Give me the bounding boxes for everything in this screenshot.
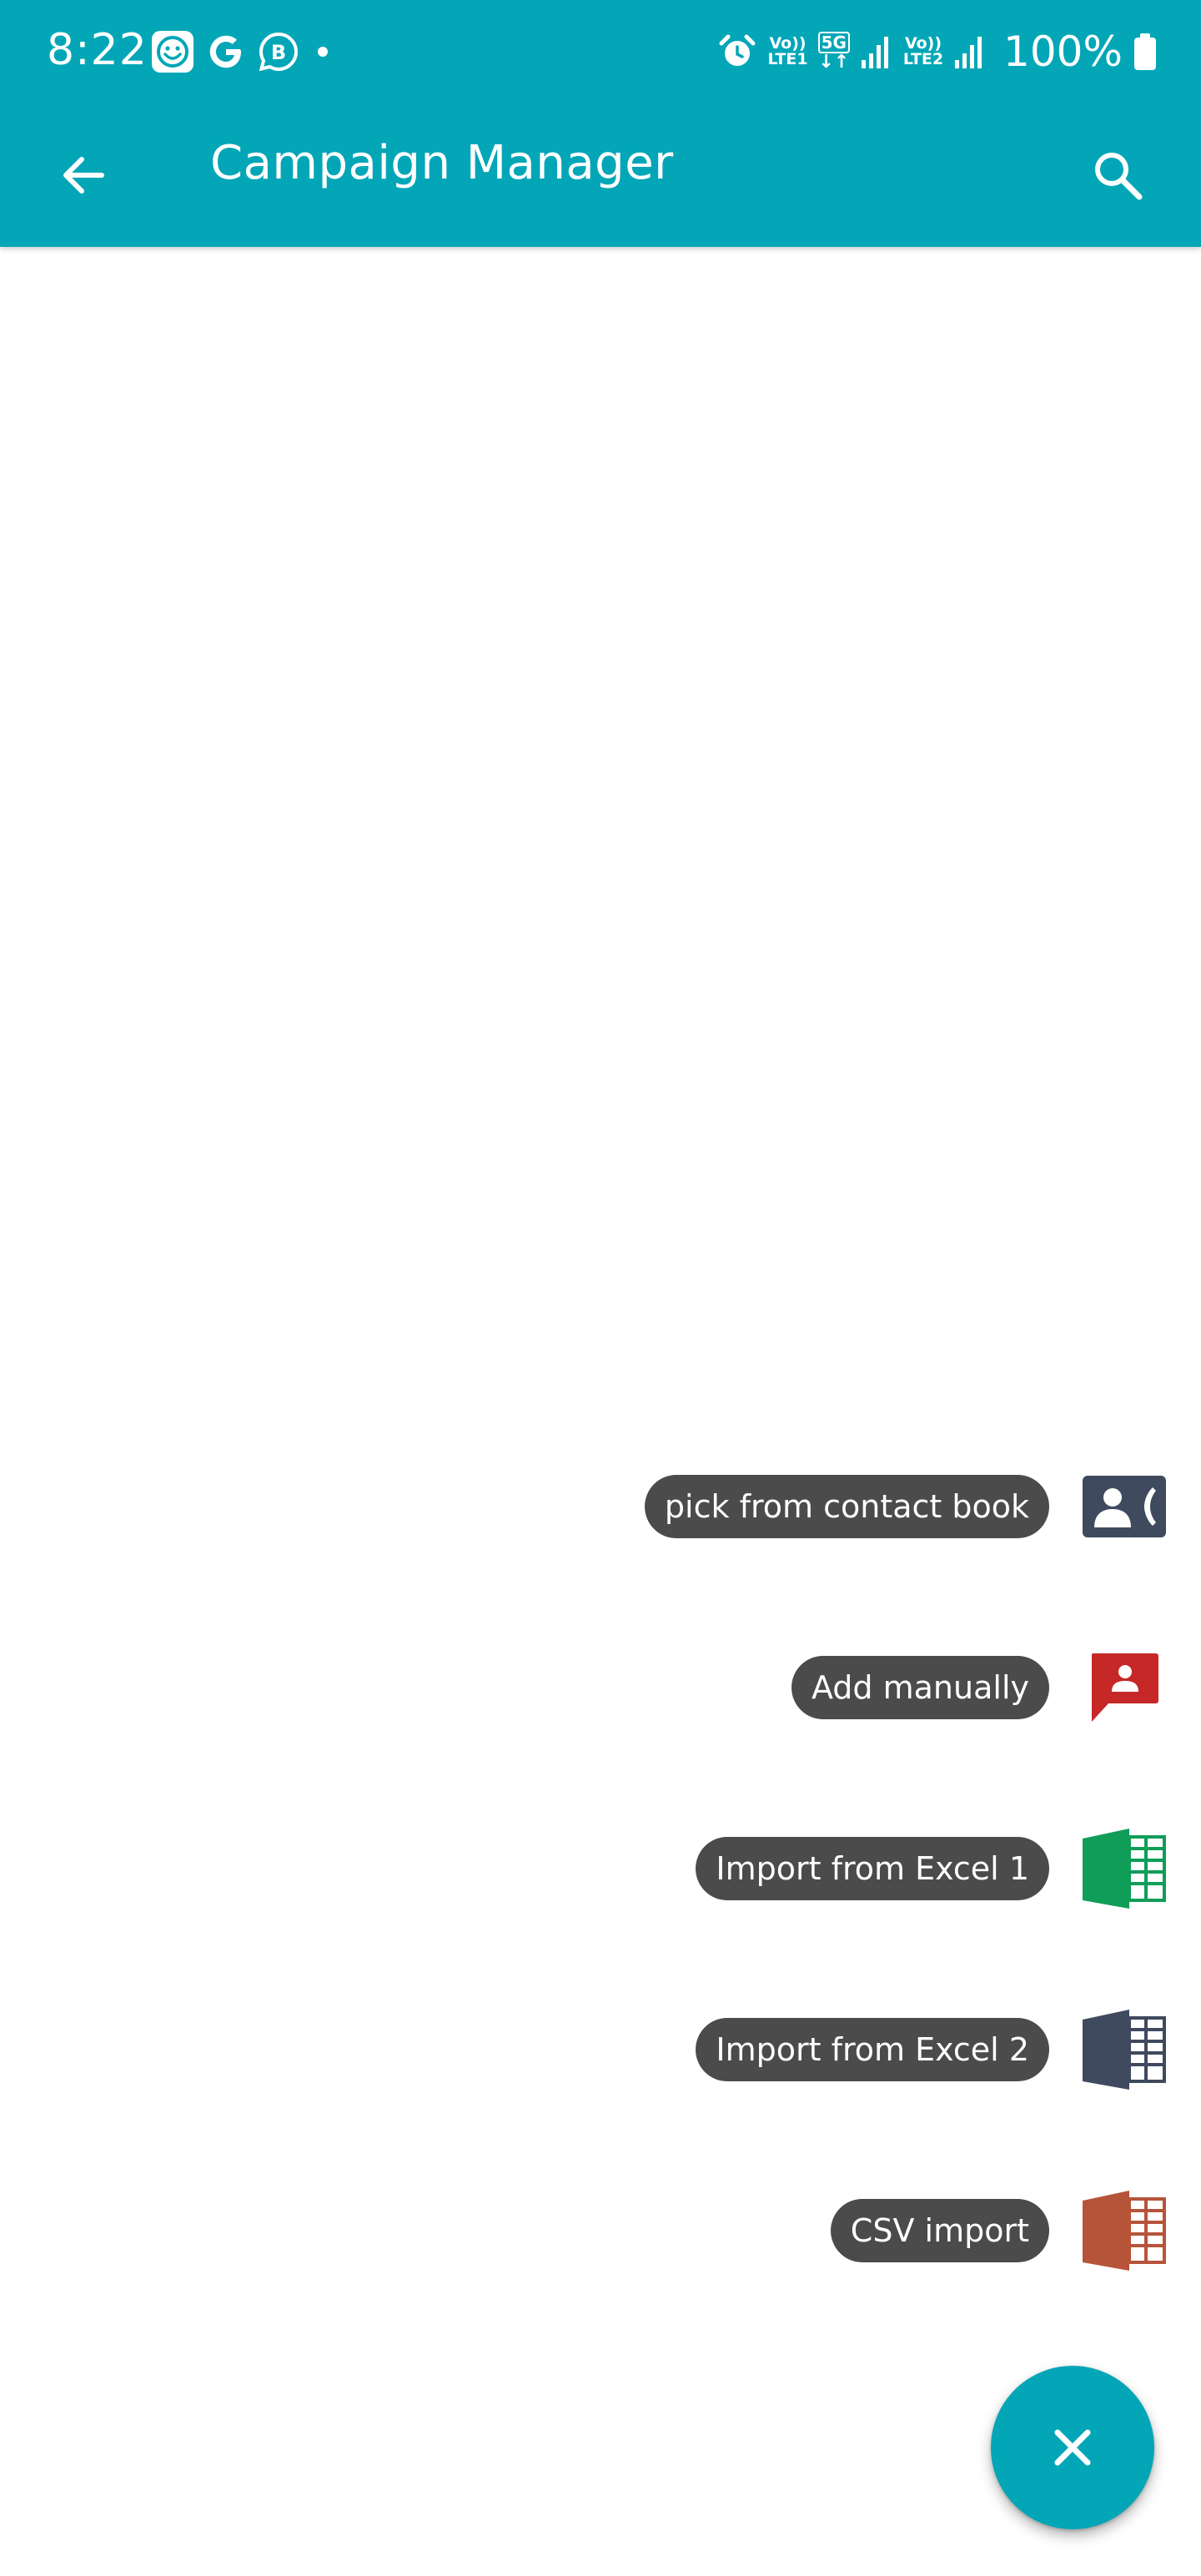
close-icon — [1054, 2429, 1091, 2466]
speed-dial-icon-button[interactable] — [1081, 2187, 1168, 2274]
face-icon — [150, 29, 195, 74]
contact-phone-icon — [1083, 1476, 1166, 1537]
speed-dial-label[interactable]: Add manually — [791, 1656, 1049, 1719]
status-notification-icons: B — [150, 28, 335, 75]
app-bar: Campaign Manager — [0, 103, 1201, 247]
speed-dial-item-csv-import[interactable]: CSV import — [0, 2184, 1201, 2276]
whatsapp-business-icon: B — [257, 30, 300, 73]
signal-strength-icon — [860, 33, 893, 70]
sim2-volte-label: Vo)) LTE2 — [902, 34, 944, 68]
status-bar: 8:22 B Vo)) LTE1 5G ↓↑ Vo)) LTE2 100% — [0, 0, 1201, 103]
speed-dial-icon-button[interactable] — [1081, 1463, 1168, 1550]
back-button[interactable] — [43, 135, 123, 215]
speed-dial-item-add-manually[interactable]: Add manually — [0, 1641, 1201, 1733]
alarm-icon — [717, 32, 757, 72]
speed-dial-icon-button[interactable] — [1081, 2006, 1168, 2093]
spreadsheet-icon — [1083, 2191, 1166, 2271]
battery-icon — [1133, 32, 1158, 72]
close-fab-button[interactable] — [991, 2366, 1154, 2529]
status-time: 8:22 — [47, 25, 148, 75]
page-title: Campaign Manager — [210, 135, 674, 190]
svg-text:B: B — [271, 41, 286, 64]
speed-dial-icon-button[interactable] — [1081, 1644, 1168, 1731]
speed-dial-label[interactable]: Import from Excel 2 — [696, 2018, 1049, 2081]
speed-dial-label[interactable]: CSV import — [830, 2199, 1049, 2262]
search-icon — [1095, 153, 1143, 200]
spreadsheet-icon — [1083, 1829, 1166, 1909]
speed-dial-item-excel-1[interactable]: Import from Excel 1 — [0, 1822, 1201, 1914]
google-icon — [205, 31, 247, 73]
speed-dial-label[interactable]: pick from contact book — [644, 1475, 1049, 1538]
status-system-icons: Vo)) LTE1 5G ↓↑ Vo)) LTE2 100% — [717, 25, 1158, 78]
contact-message-icon — [1092, 1653, 1158, 1722]
battery-percentage: 100% — [1003, 28, 1123, 76]
search-button[interactable] — [1078, 135, 1158, 215]
sim1-volte-label: Vo)) LTE1 — [767, 34, 808, 68]
arrow-back-icon — [63, 157, 104, 194]
network-type-label: 5G ↓↑ — [817, 32, 850, 73]
speed-dial-label[interactable]: Import from Excel 1 — [696, 1837, 1049, 1900]
spreadsheet-icon — [1083, 2010, 1166, 2090]
speed-dial-item-contact-book[interactable]: pick from contact book — [0, 1460, 1201, 1552]
signal-strength-icon — [953, 33, 987, 70]
speed-dial-icon-button[interactable] — [1081, 1825, 1168, 1912]
speed-dial-item-excel-2[interactable]: Import from Excel 2 — [0, 2003, 1201, 2095]
notification-dot-icon — [310, 39, 335, 64]
